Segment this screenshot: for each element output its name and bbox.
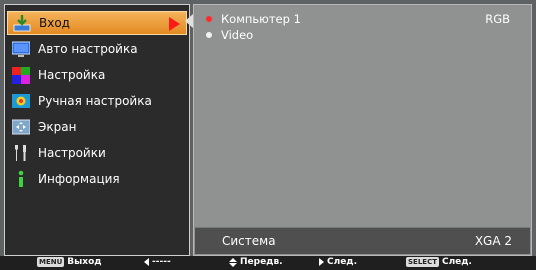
menu-item-label: Настройки <box>38 146 106 160</box>
footer-move: Передв. <box>229 257 283 267</box>
unselected-dot-icon <box>206 32 212 38</box>
select-label: След. <box>441 257 472 267</box>
manual-adjust-icon <box>12 92 30 110</box>
screen-icon <box>11 118 31 136</box>
menu-item-information[interactable]: Информация <box>7 167 187 191</box>
source-item-video[interactable]: Video <box>206 28 526 42</box>
menu-item-auto-setup[interactable]: Авто настройка <box>7 37 187 61</box>
footer-exit: MENU Выход <box>37 257 102 267</box>
menu-item-label: Экран <box>38 120 77 134</box>
menu-item-manual-adjust[interactable]: Ручная настройка <box>7 89 187 113</box>
tools-icon <box>12 144 30 162</box>
menu-item-screen[interactable]: Экран <box>7 115 187 139</box>
info-icon <box>12 170 30 188</box>
source-label: Video <box>221 28 254 42</box>
menu-item-label: Авто настройка <box>38 42 138 56</box>
exit-label: Выход <box>67 257 102 267</box>
footer-back: ----- <box>144 257 171 267</box>
source-item-computer1[interactable]: Компьютер 1 RGB <box>206 12 526 26</box>
source-label: Компьютер 1 <box>221 12 301 26</box>
input-submenu: Компьютер 1 RGB Video Система XGA 2 <box>193 4 532 256</box>
submenu-pointer-icon <box>185 14 193 28</box>
system-value: XGA 2 <box>474 234 512 248</box>
next-label: След. <box>327 257 357 267</box>
input-arrow-icon <box>13 14 31 32</box>
footer-select: SELECT След. <box>406 257 472 267</box>
menu-key-icon: MENU <box>37 257 65 267</box>
menu-item-label: Вход <box>39 16 70 30</box>
menu-item-adjust[interactable]: Настройка <box>7 63 187 87</box>
system-row[interactable]: Система XGA 2 <box>195 227 530 254</box>
auto-setup-icon <box>11 40 31 58</box>
image-adjust-icon <box>12 66 30 84</box>
menu-item-label: Ручная настройка <box>38 94 152 108</box>
select-key-icon: SELECT <box>406 257 439 267</box>
menu-item-label: Настройка <box>38 68 106 82</box>
footer-next: След. <box>319 257 357 267</box>
selected-dot-icon <box>206 16 212 22</box>
source-type: RGB <box>485 12 510 26</box>
key-guide-bar: MENU Выход ----- Передв. След. SELECT Сл… <box>0 256 536 270</box>
left-arrow-icon <box>144 258 149 266</box>
back-label: ----- <box>152 257 171 267</box>
right-arrow-icon <box>319 258 324 266</box>
menu-item-settings[interactable]: Настройки <box>7 141 187 165</box>
selection-arrow-icon <box>169 17 180 31</box>
menu-item-input[interactable]: Вход <box>7 11 187 35</box>
system-label: Система <box>222 234 276 248</box>
main-menu: Вход Авто настройка Настройка Ручная нас… <box>4 4 190 256</box>
up-down-arrow-icon <box>229 257 237 267</box>
menu-item-label: Информация <box>38 172 120 186</box>
move-label: Передв. <box>240 257 283 267</box>
